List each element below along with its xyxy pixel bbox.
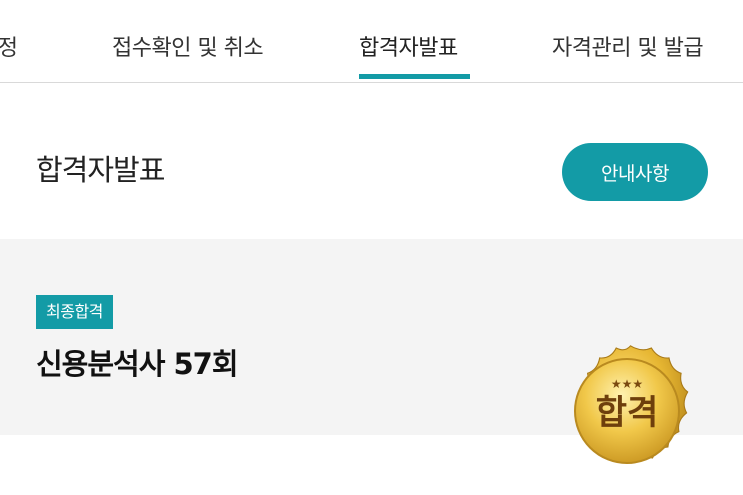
- guide-button[interactable]: 안내사항: [562, 143, 708, 201]
- seal-stars: ★★★: [611, 377, 643, 391]
- status-badge: 최종합격: [36, 295, 113, 329]
- pass-seal-icon: ★★★ 합격: [574, 345, 689, 464]
- tab-pass-announcement[interactable]: 합격자발표: [359, 30, 458, 62]
- seal-text: 합격: [596, 393, 659, 433]
- tab-application-check[interactable]: 접수확인 및 취소: [112, 30, 264, 62]
- active-tab-indicator: [359, 74, 470, 79]
- page-title: 합격자발표: [36, 153, 165, 187]
- tab-certificate-management[interactable]: 자격관리 및 발급: [552, 30, 704, 62]
- tab-bar: 일정 접수확인 및 취소 합격자발표 자격관리 및 발급: [0, 0, 743, 83]
- exam-name: 신용분석사 57회: [36, 347, 239, 381]
- result-section: 최종합격 신용분석사 57회 ★★★ 합격: [0, 239, 743, 464]
- page-header: 합격자발표 안내사항: [0, 83, 743, 239]
- tab-schedule[interactable]: 일정: [0, 30, 18, 62]
